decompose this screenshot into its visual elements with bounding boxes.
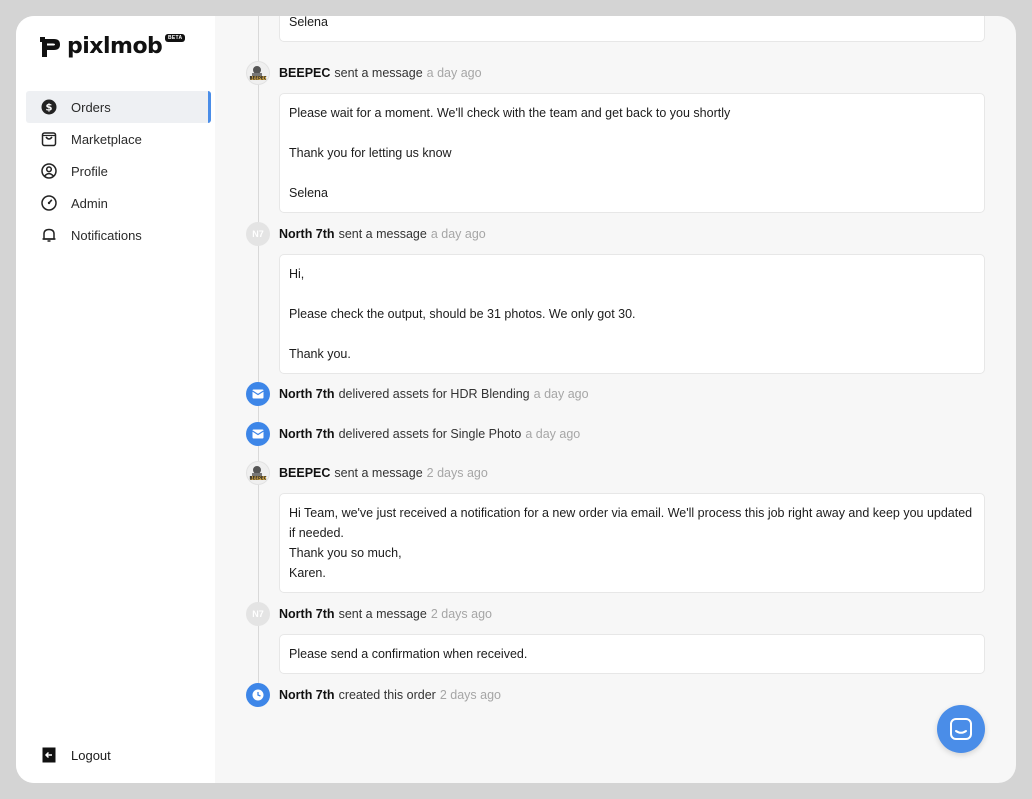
svg-text:BEEPEC: BEEPEC (249, 476, 266, 481)
message-body: Selena (279, 16, 985, 42)
avatar: BEEPEC (246, 61, 270, 85)
event-actor[interactable]: BEEPEC (279, 466, 330, 480)
message-body: Please wait for a moment. We'll check wi… (279, 93, 985, 213)
image-icon (246, 422, 270, 446)
event-header: N7 North 7th sent a message 2 days ago (246, 602, 985, 626)
shopping-bag-icon (40, 130, 58, 148)
event-actor[interactable]: North 7th (279, 607, 335, 621)
sidebar-item-label: Notifications (71, 227, 142, 243)
svg-text:$: $ (46, 103, 53, 114)
sidebar-item-label: Admin (71, 195, 108, 211)
event-time: a day ago (525, 427, 581, 441)
timeline-message-partial: Selena (246, 16, 985, 42)
logo-icon (40, 36, 60, 57)
sidebar-item-notifications[interactable]: Notifications (26, 219, 211, 251)
event-action: sent a message (338, 227, 427, 241)
event-header: BEEPEC BEEPEC sent a message a day ago (246, 61, 985, 85)
sidebar-item-label: Profile (71, 163, 108, 179)
event-time: 2 days ago (430, 607, 492, 621)
event-actor[interactable]: North 7th (279, 427, 335, 441)
image-icon (246, 382, 270, 406)
logo-text: pixlmob (67, 34, 163, 59)
event-actor[interactable]: BEEPEC (279, 66, 330, 80)
event-actor[interactable]: North 7th (279, 688, 335, 702)
event-actor[interactable]: North 7th (279, 387, 335, 401)
event-header: BEEPEC BEEPEC sent a message 2 days ago (246, 461, 985, 485)
svg-text:BEEPEC: BEEPEC (249, 76, 266, 81)
timeline-event: North 7th delivered assets for Single Ph… (246, 422, 985, 446)
timeline-event: North 7th delivered assets for HDR Blend… (246, 382, 985, 406)
event-action: delivered assets for Single Photo (338, 427, 522, 441)
message-body: Please send a confirmation when received… (279, 634, 985, 674)
dollar-circle-icon: $ (40, 98, 58, 116)
event-header: N7 North 7th sent a message a day ago (246, 222, 985, 246)
logout-label: Logout (71, 747, 111, 763)
event-action: delivered assets for HDR Blending (338, 387, 530, 401)
timeline-event: N7 North 7th sent a message 2 days ago P… (246, 602, 985, 674)
event-action: created this order (338, 688, 436, 702)
sidebar-nav: $ Orders Marketplace Profile Admin Notif… (26, 91, 211, 251)
event-time: a day ago (430, 227, 486, 241)
event-time: 2 days ago (439, 688, 502, 702)
event-actor[interactable]: North 7th (279, 227, 335, 241)
order-timeline[interactable]: Selena BEEPEC BEEPEC sent a message a da… (215, 16, 1016, 783)
event-header: North 7th created this order 2 days ago (246, 683, 985, 707)
bell-icon (40, 226, 58, 244)
sidebar-item-admin[interactable]: Admin (26, 187, 211, 219)
event-header: North 7th delivered assets for HDR Blend… (246, 382, 985, 406)
avatar: N7 (246, 602, 270, 626)
sidebar-item-label: Orders (71, 99, 111, 115)
logout-icon (40, 746, 58, 764)
message-body: Hi Team, we've just received a notificat… (279, 493, 985, 593)
timeline-event: N7 North 7th sent a message a day ago Hi… (246, 222, 985, 374)
gauge-icon (40, 194, 58, 212)
event-header: North 7th delivered assets for Single Ph… (246, 422, 985, 446)
sidebar: pixlmob BETA $ Orders Marketplace Profil (16, 16, 215, 783)
sidebar-item-marketplace[interactable]: Marketplace (26, 123, 211, 155)
sidebar-item-profile[interactable]: Profile (26, 155, 211, 187)
event-action: sent a message (338, 607, 427, 621)
logout-button[interactable]: Logout (40, 746, 111, 764)
event-time: a day ago (426, 66, 482, 80)
clock-icon (246, 683, 270, 707)
beta-badge: BETA (165, 34, 186, 42)
logo[interactable]: pixlmob (40, 34, 163, 59)
timeline-event: BEEPEC BEEPEC sent a message 2 days ago … (246, 461, 985, 593)
avatar: N7 (246, 222, 270, 246)
chat-icon (950, 718, 972, 740)
timeline-event: BEEPEC BEEPEC sent a message a day ago P… (246, 61, 985, 213)
event-time: 2 days ago (426, 466, 488, 480)
event-action: sent a message (334, 66, 423, 80)
avatar: BEEPEC (246, 461, 270, 485)
user-circle-icon (40, 162, 58, 180)
event-time: a day ago (533, 387, 589, 401)
timeline-event: North 7th created this order 2 days ago (246, 683, 985, 707)
app-window: pixlmob BETA $ Orders Marketplace Profil (16, 16, 1016, 783)
chat-widget-button[interactable] (937, 705, 985, 753)
sidebar-item-label: Marketplace (71, 131, 142, 147)
message-body: Hi, Please check the output, should be 3… (279, 254, 985, 374)
sidebar-item-orders[interactable]: $ Orders (26, 91, 211, 123)
event-action: sent a message (334, 466, 423, 480)
